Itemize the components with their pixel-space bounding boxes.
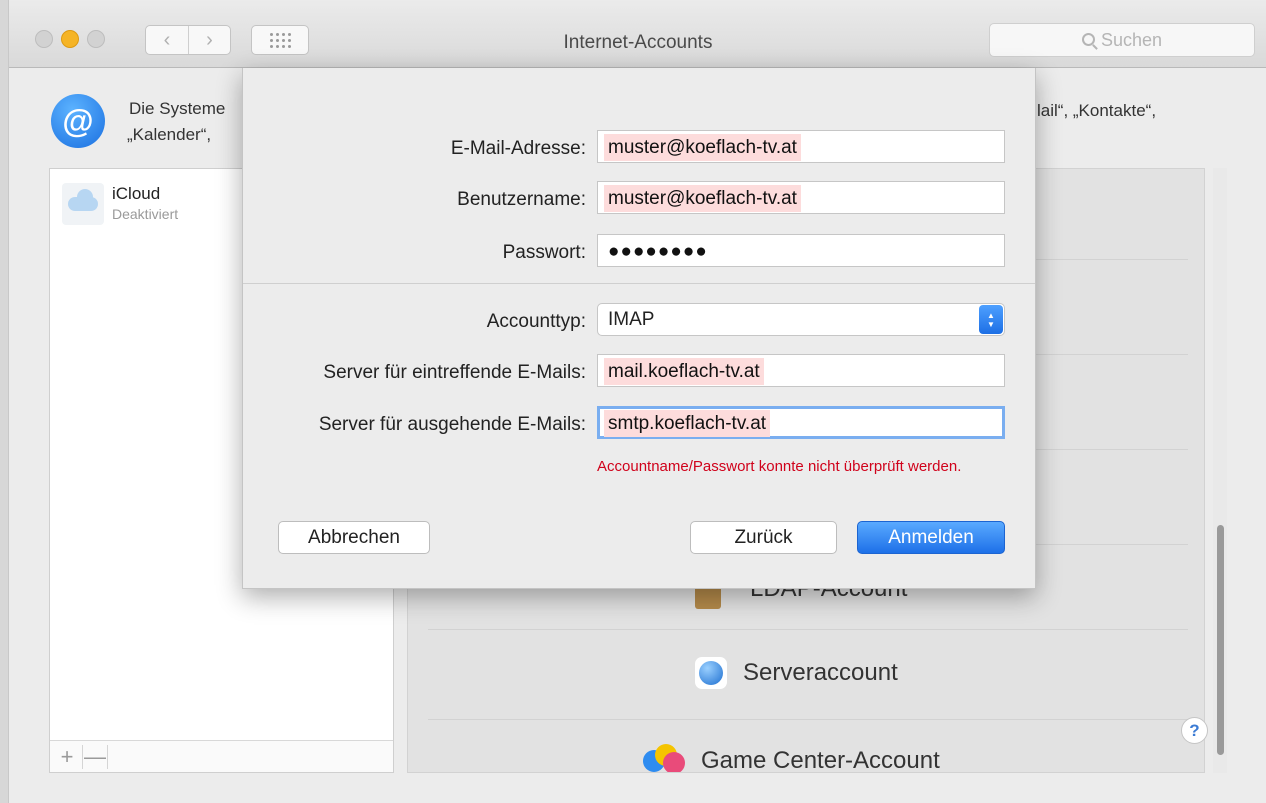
incoming-server-field[interactable]: mail.koeflach-tv.at bbox=[597, 354, 1005, 387]
cancel-button[interactable]: Abbrechen bbox=[278, 521, 430, 554]
add-account-button[interactable]: + bbox=[54, 744, 80, 769]
email-label: E-Mail-Adresse: bbox=[450, 138, 586, 159]
description-text-right: lail“, „Kontakte“, bbox=[1037, 101, 1157, 120]
sheet-divider bbox=[243, 283, 1035, 284]
search-field[interactable]: Suchen bbox=[989, 23, 1255, 57]
scrollbar-thumb[interactable] bbox=[1217, 525, 1224, 755]
title-bar: ‹ › Internet-Accounts Suchen bbox=[9, 0, 1266, 68]
provider-gamecenter[interactable]: Game Center-Account bbox=[643, 744, 940, 773]
back-button[interactable]: Zurück bbox=[690, 521, 837, 554]
outgoing-server-label: Server für ausgehende E-Mails: bbox=[318, 414, 586, 435]
at-sign-icon: @ bbox=[51, 94, 105, 148]
account-status: Deaktiviert bbox=[112, 206, 179, 222]
account-name: iCloud bbox=[112, 184, 161, 203]
accounts-list-toolbar: + — bbox=[50, 740, 393, 772]
globe-icon bbox=[695, 657, 727, 689]
username-field[interactable]: muster@koeflach-tv.at bbox=[597, 181, 1005, 214]
provider-server[interactable]: Serveraccount bbox=[695, 657, 898, 689]
email-value: muster@koeflach-tv.at bbox=[604, 134, 801, 161]
error-message: Accountname/Passwort konnte nicht überpr… bbox=[597, 458, 962, 475]
username-value: muster@koeflach-tv.at bbox=[604, 185, 801, 212]
provider-gamecenter-label: Game Center-Account bbox=[701, 747, 940, 773]
remove-account-button[interactable]: — bbox=[82, 744, 108, 769]
account-type-label: Accounttyp: bbox=[486, 311, 586, 332]
game-center-icon bbox=[643, 744, 685, 772]
sign-in-button[interactable]: Anmelden bbox=[857, 521, 1005, 554]
search-icon bbox=[1081, 32, 1095, 46]
select-arrows-icon: ▲ ▼ bbox=[979, 305, 1003, 334]
email-field[interactable]: muster@koeflach-tv.at bbox=[597, 130, 1005, 163]
incoming-server-value: mail.koeflach-tv.at bbox=[604, 358, 764, 385]
description-text-line2: „Kalender“, bbox=[127, 125, 212, 144]
username-label: Benutzername: bbox=[457, 189, 586, 210]
account-type-value: IMAP bbox=[608, 309, 655, 330]
outgoing-server-value: smtp.koeflach-tv.at bbox=[604, 410, 771, 437]
password-label: Passwort: bbox=[502, 242, 586, 263]
password-field[interactable]: ●●●●●●●● bbox=[597, 234, 1005, 267]
search-placeholder: Suchen bbox=[1100, 29, 1163, 50]
outgoing-server-field[interactable]: smtp.koeflach-tv.at bbox=[597, 406, 1005, 439]
incoming-server-label: Server für eintreffende E-Mails: bbox=[323, 362, 586, 383]
description-text-line1: Die Systeme bbox=[129, 99, 226, 118]
help-button[interactable]: ? bbox=[1181, 717, 1208, 744]
mail-account-sheet: E-Mail-Adresse: muster@koeflach-tv.at Be… bbox=[242, 68, 1036, 589]
provider-server-label: Serveraccount bbox=[743, 659, 898, 686]
password-value: ●●●●●●●● bbox=[608, 241, 708, 262]
icloud-icon bbox=[62, 183, 104, 225]
account-type-select[interactable]: IMAP ▲ ▼ bbox=[597, 303, 1005, 336]
